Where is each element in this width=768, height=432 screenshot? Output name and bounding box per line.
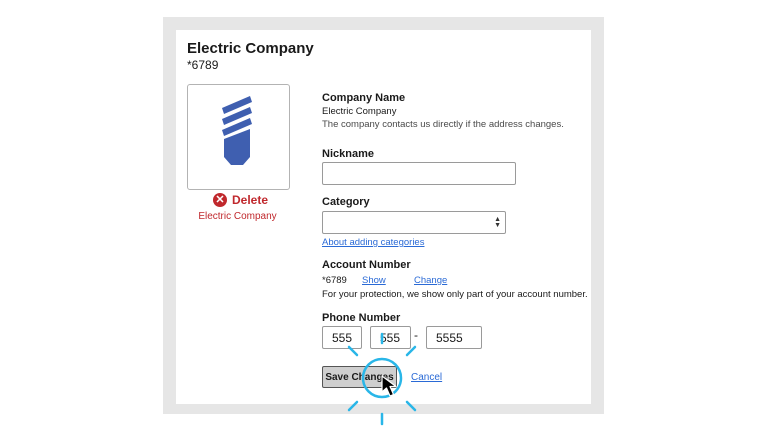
phone-number-label: Phone Number	[322, 312, 401, 324]
nickname-label: Nickname	[322, 148, 374, 160]
change-account-link[interactable]: Change	[414, 275, 447, 286]
mouse-pointer-icon	[381, 375, 397, 397]
page-title: Electric Company	[187, 40, 314, 57]
category-label: Category	[322, 196, 370, 208]
delete-logo-button[interactable]: ✕ Delete	[213, 193, 268, 207]
lightbulb-plug-icon	[222, 96, 252, 165]
account-number-masked: *6789	[187, 58, 219, 72]
show-account-link[interactable]: Show	[362, 275, 386, 286]
about-categories-link[interactable]: About adding categories	[322, 237, 424, 248]
logo-caption: Electric Company	[198, 211, 277, 222]
nickname-input[interactable]	[322, 162, 516, 185]
company-name-label: Company Name	[322, 92, 406, 104]
select-arrows-icon: ▲ ▼	[494, 216, 501, 229]
account-number-note: For your protection, we show only part o…	[322, 289, 588, 300]
company-name-value: Electric Company	[322, 106, 397, 117]
category-select[interactable]: ▲ ▼	[322, 211, 506, 234]
account-number-label: Account Number	[322, 259, 411, 271]
account-number-value: *6789	[322, 275, 347, 286]
company-name-note: The company contacts us directly if the …	[322, 119, 564, 130]
phone-line-input[interactable]: 5555	[426, 326, 482, 349]
payee-logo-box	[187, 84, 290, 190]
close-circle-icon: ✕	[213, 193, 227, 207]
delete-label: Delete	[232, 193, 269, 207]
